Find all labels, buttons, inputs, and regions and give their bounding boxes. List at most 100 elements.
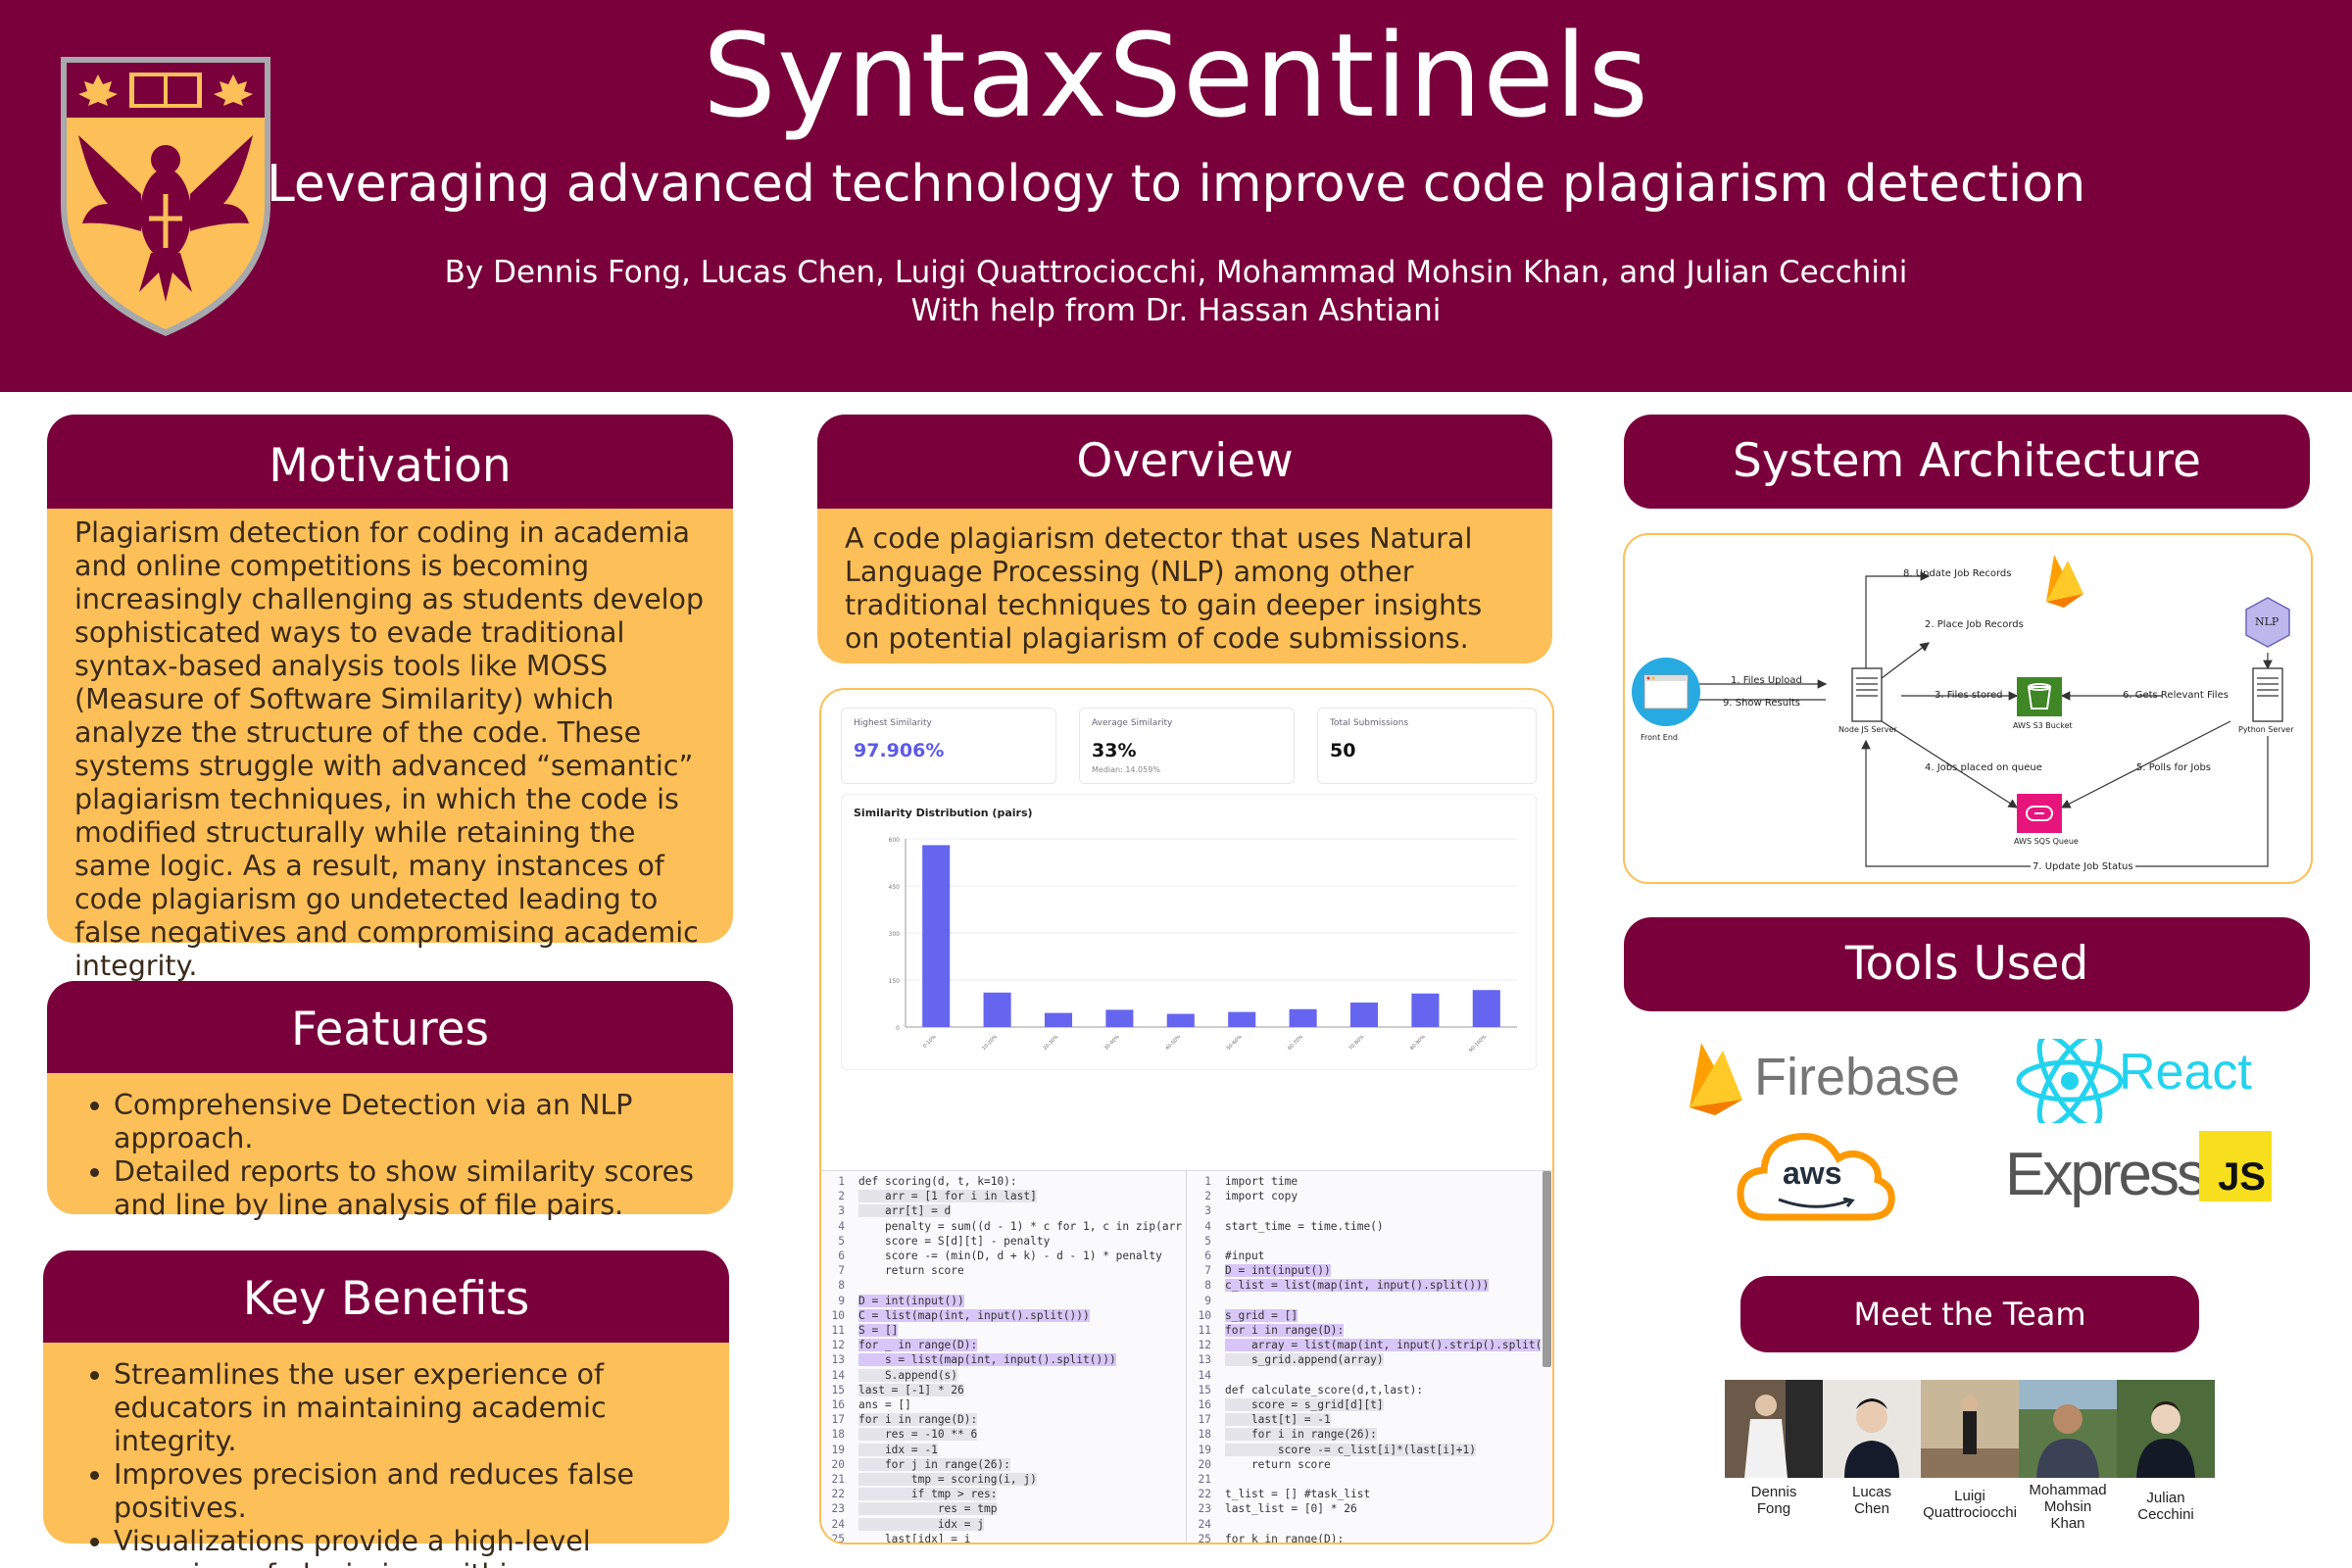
code-line: 21 tmp = scoring(i, j) [821, 1472, 1184, 1487]
benefit-item: Improves precision and reduces false pos… [114, 1458, 710, 1525]
code-text: last[idx] = i [858, 1532, 971, 1544]
line-number: 21 [831, 1473, 845, 1487]
line-number: 1 [838, 1175, 845, 1188]
code-line: 16 ans = [] [821, 1397, 1184, 1412]
line-number: 20 [831, 1457, 845, 1471]
code-line: 17 for i in range(D): [821, 1412, 1184, 1427]
line-number: 1 [1204, 1175, 1211, 1188]
edge-label: 5. Polls for Jobs [2136, 762, 2212, 773]
benefit-item: Visualizations provide a high-level over… [114, 1525, 710, 1568]
react-icon [2016, 1039, 2124, 1123]
code-text: return score [858, 1264, 964, 1278]
code-text: import copy [1225, 1190, 1298, 1203]
stat-card: Total Submissions 50 [1317, 708, 1537, 784]
code-text: start_time = time.time() [1225, 1219, 1384, 1233]
firebase-icon [1690, 1043, 1742, 1115]
features-body: Comprehensive Detection via an NLP appro… [47, 1073, 733, 1221]
code-text: last = [-1] * 26 [858, 1383, 964, 1396]
line-number: 16 [1198, 1398, 1211, 1412]
code-text: #input [1225, 1250, 1265, 1263]
code-line: 6 #input [1188, 1249, 1541, 1263]
line-number: 9 [838, 1294, 845, 1307]
code-line: 2 import copy [1188, 1189, 1541, 1203]
edge-label: 1. Files Upload [1731, 675, 1802, 686]
code-text: return score [1225, 1457, 1331, 1471]
code-text: for i in range(26): [1225, 1428, 1377, 1442]
code-text: score = S[d][t] - penalty [858, 1234, 1051, 1248]
line-number: 7 [838, 1264, 845, 1278]
code-line: 14 S.append(s) [821, 1368, 1184, 1383]
code-text: penalty = sum((d - 1) * c for 1, c in zi… [858, 1219, 1184, 1233]
code-line: 23 res = tmp [821, 1501, 1184, 1516]
code-line: 18 res = -10 ** 6 [821, 1427, 1184, 1442]
frontend-label: Front End [1641, 733, 1678, 742]
x-tick-label: 10-20% [981, 1034, 999, 1052]
line-number: 24 [1198, 1517, 1211, 1531]
code-text: def scoring(d, t, k=10): [858, 1175, 1017, 1188]
code-text: arr = [1 for i in last] [858, 1190, 1037, 1203]
chart-bar [1228, 1011, 1256, 1027]
stat-label: Average Similarity [1092, 718, 1173, 728]
code-text: s = list(map(int, input().split())) [858, 1353, 1116, 1367]
stat-value: 33% [1092, 740, 1137, 761]
edge-label: 8. Update Job Records [1903, 568, 2012, 579]
tools-heading: Tools Used [1624, 917, 2310, 1011]
line-number: 15 [831, 1383, 845, 1396]
nlp-label: NLP [2255, 615, 2279, 628]
stat-sub: Median: 14.059% [1092, 765, 1160, 774]
help-line: With help from Dr. Hassan Ashtiani [910, 293, 1442, 328]
code-line: 18 for i in range(26): [1188, 1427, 1541, 1442]
chart-bar [1044, 1012, 1073, 1027]
team-photo-mohammad [2019, 1380, 2117, 1478]
name-line: Julian [2146, 1490, 2185, 1506]
line-number: 18 [831, 1428, 845, 1442]
code-line: 8 [821, 1278, 1184, 1293]
y-tick-label: 300 [889, 931, 901, 938]
authors-line: By Dennis Fong, Lucas Chen, Luigi Quattr… [444, 255, 1908, 290]
code-line: 8 c_list = list(map(int, input().split())… [1188, 1278, 1541, 1293]
benefit-item: Streamlines the user experience of educa… [114, 1358, 710, 1458]
express-logo-text: Express [2005, 1141, 2207, 1208]
code-line: 3 arr[t] = d [821, 1203, 1184, 1218]
code-line: 19 score -= c_list[i]*(last[i]+1) [1188, 1443, 1541, 1457]
line-number: 17 [831, 1413, 845, 1427]
chart-bar [1105, 1009, 1134, 1027]
sqs-queue-icon [2017, 794, 2062, 833]
code-line: 2 arr = [1 for i in last] [821, 1189, 1184, 1203]
edge-label: 4. Jobs placed on queue [1925, 762, 2042, 773]
x-tick-label: 90-100% [1468, 1034, 1488, 1054]
code-line: 7 return score [821, 1263, 1184, 1278]
line-number: 10 [831, 1308, 845, 1322]
poster-subtitle: Leveraging advanced technology to improv… [266, 155, 2086, 214]
team-photo-julian [2117, 1380, 2215, 1478]
js-logo-badge: JS [2199, 1131, 2272, 1201]
code-text: score -= c_list[i]*(last[i]+1) [1225, 1443, 1476, 1456]
line-number: 5 [838, 1234, 845, 1248]
s3-bucket-icon [2017, 677, 2062, 716]
team-member-name: Julian Cecchini [2107, 1490, 2225, 1523]
line-number: 13 [1198, 1353, 1211, 1367]
y-tick-label: 600 [889, 837, 901, 844]
line-number: 11 [1198, 1324, 1211, 1338]
firebase-diagram-icon [2046, 555, 2083, 608]
line-number: 8 [1204, 1279, 1211, 1293]
benefits-heading: Key Benefits [43, 1250, 729, 1343]
edge-label: 6. Gets Relevant Files [2123, 690, 2229, 701]
code-text: def calculate_score(d,t,last): [1225, 1383, 1424, 1396]
line-number: 16 [831, 1398, 845, 1412]
code-text: idx = j [858, 1517, 984, 1531]
code-text: for j in range(26): [858, 1457, 1010, 1471]
stat-label: Highest Similarity [854, 718, 932, 728]
line-number: 19 [831, 1443, 845, 1456]
code-line: 4 penalty = sum((d - 1) * c for 1, c in … [821, 1219, 1184, 1234]
y-tick-label: 450 [889, 884, 901, 891]
line-number: 8 [838, 1279, 845, 1293]
line-number: 19 [1198, 1443, 1211, 1456]
code-line: 6 score -= (min(D, d + k) - d - 1) * pen… [821, 1249, 1184, 1263]
code-line: 13 s = list(map(int, input().split())) [821, 1352, 1184, 1367]
features-heading: Features [47, 981, 733, 1073]
y-tick-label: 150 [889, 978, 901, 985]
scrollbar-thumb[interactable] [1543, 1171, 1551, 1367]
code-line: 17 last[t] = -1 [1188, 1412, 1541, 1427]
line-number: 21 [1198, 1473, 1211, 1487]
